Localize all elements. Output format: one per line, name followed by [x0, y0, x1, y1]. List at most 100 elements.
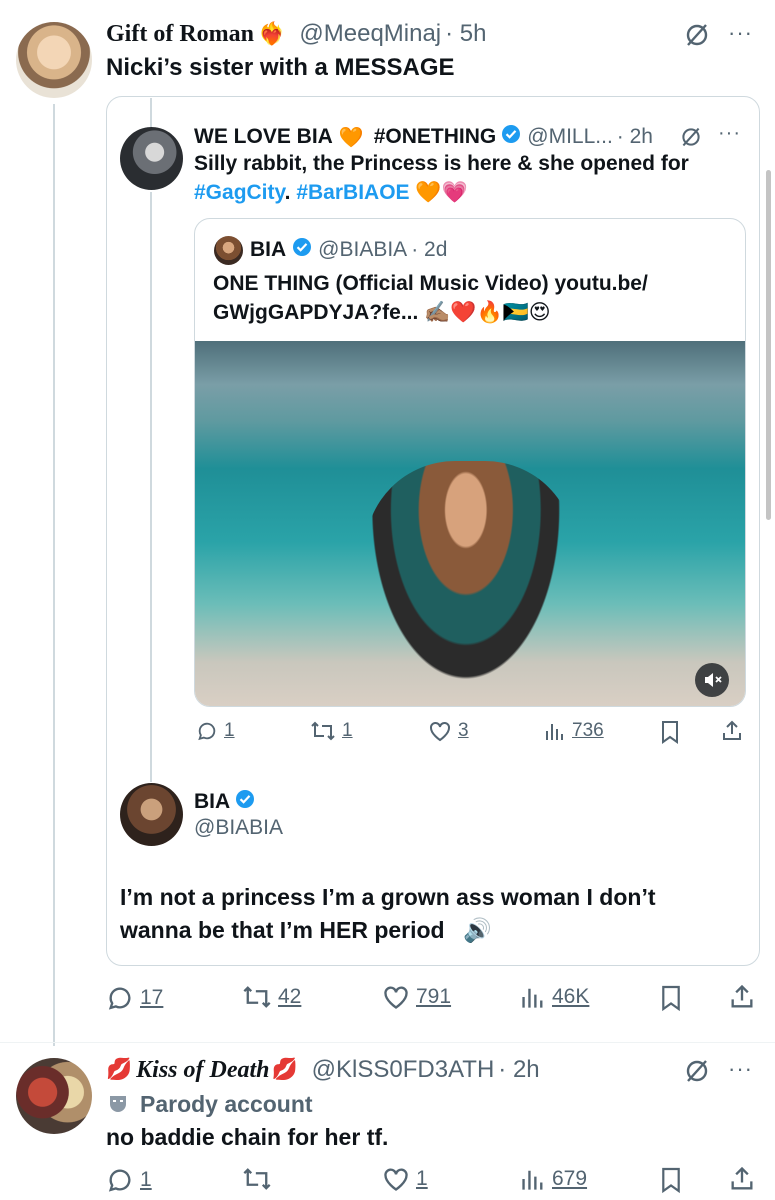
views-icon [546, 724, 563, 740]
reply-count: 1 [140, 1168, 152, 1191]
verified-icon [501, 124, 521, 150]
quote2-text-line2: GWjgGAPDYJA?fe... ✍🏽❤️🔥🇧🇸😍 [213, 300, 551, 325]
grok-icon[interactable] [684, 22, 710, 53]
quote1-text-line1: Silly rabbit, the Princess is here & she… [194, 152, 689, 175]
avatar-we-love-bia[interactable] [120, 127, 183, 190]
repost-count: 42 [278, 985, 302, 1008]
display-name[interactable]: BIA [194, 790, 230, 814]
heart-icon [384, 1168, 408, 1191]
quote-thread-line [150, 98, 152, 128]
quote2-header: BIA @BIABIA · 2d [250, 236, 447, 264]
handle[interactable]: @BIABIA [194, 816, 283, 840]
timestamp[interactable]: · 2h [617, 125, 653, 149]
more-icon[interactable]: ··· [728, 1056, 753, 1082]
repost-button[interactable] [242, 1166, 272, 1192]
avatar-gift-of-roman[interactable] [16, 22, 92, 98]
reply-count: 1 [224, 720, 235, 741]
view-count: 46K [552, 985, 590, 1008]
heart-icon [384, 986, 408, 1009]
views-icon [522, 1170, 543, 1190]
views-button[interactable]: 679 [520, 1166, 587, 1192]
bookmark-icon[interactable] [660, 720, 680, 749]
tweet-text: no baddie chain for her tf. [106, 1124, 389, 1150]
reply-button[interactable]: 17 [106, 984, 163, 1012]
video-thumbnail[interactable] [195, 341, 745, 706]
like-button[interactable]: 1 [382, 1166, 428, 1192]
handle[interactable]: @MeeqMinaj [299, 20, 441, 48]
like-count: 3 [458, 720, 469, 741]
more-icon[interactable]: ··· [728, 20, 753, 46]
display-name[interactable]: Kiss of Death [136, 1057, 269, 1084]
timestamp[interactable]: · 2h [498, 1056, 539, 1084]
like-count: 1 [416, 1167, 428, 1190]
repost-icon [311, 721, 335, 741]
share-icon[interactable] [728, 1165, 756, 1198]
handle[interactable]: @MILL... [527, 125, 613, 149]
views-icon [522, 988, 543, 1008]
embedded-text-line2-content: wanna be that I’m HER period [120, 917, 445, 943]
grok-icon[interactable] [684, 1058, 710, 1089]
mute-icon[interactable] [695, 663, 729, 697]
text-emoji: ✍🏽❤️🔥🇧🇸😍 [424, 301, 551, 324]
divider [0, 1042, 775, 1043]
share-icon[interactable] [720, 719, 744, 748]
parody-label: Parody account [106, 1090, 313, 1118]
avatar-bia[interactable] [214, 236, 243, 265]
display-name[interactable]: BIA [250, 238, 286, 262]
views-button[interactable]: 736 [544, 720, 604, 742]
bookmark-icon[interactable] [660, 1166, 682, 1199]
quote-thread-line-lower [150, 192, 152, 782]
quote2-text-line1: ONE THING (Official Music Video) youtu.b… [213, 272, 648, 295]
speaker-emoji: 🔊 [463, 917, 492, 943]
repost-button[interactable]: 1 [310, 720, 353, 742]
repost-icon [243, 986, 271, 1008]
repost-icon [243, 1168, 271, 1190]
verified-icon [235, 789, 255, 815]
quote1-header: WE LOVE BIA 🧡 #ONETHING @MILL... · 2h [194, 122, 653, 152]
more-icon[interactable]: ··· [718, 122, 741, 145]
handle[interactable]: @KlSS0FD3ATH [312, 1056, 495, 1084]
avatar-bia-large[interactable] [120, 783, 183, 846]
like-count: 791 [416, 985, 452, 1008]
hashtag-link[interactable]: #GagCity [194, 181, 285, 204]
like-button[interactable]: 791 [382, 984, 451, 1010]
reply-icon [108, 987, 131, 1010]
embedded-text-line2: wanna be that I’m HER period 🔊 [120, 917, 492, 944]
grok-icon[interactable] [680, 126, 702, 153]
quote1-text-line2: #GagCity. #BarBIAOE 🧡💗 [194, 181, 468, 205]
share-icon[interactable] [728, 983, 756, 1016]
display-name-2[interactable]: #ONETHING [374, 125, 497, 149]
embedded-header: BIA [194, 788, 255, 816]
reply-count: 17 [140, 986, 164, 1009]
display-name[interactable]: WE LOVE BIA [194, 125, 333, 149]
tweet2-header: 💋 Kiss of Death 💋 @KlSS0FD3ATH · 2h [106, 1054, 540, 1086]
reply-button[interactable]: 1 [196, 720, 235, 742]
scrollbar[interactable] [766, 170, 771, 520]
hashtag-link[interactable]: #BarBIAOE [296, 181, 409, 204]
thread-line [53, 104, 55, 1046]
name-emoji-trailing: 💋 [271, 1058, 298, 1081]
reply-icon [198, 722, 216, 741]
display-name[interactable]: Gift of Roman [106, 21, 254, 48]
reply-icon [108, 1169, 131, 1192]
timestamp[interactable]: · 5h [445, 20, 486, 48]
mask-icon [110, 1096, 126, 1112]
tweet-text: Nicki’s sister with a MESSAGE [106, 54, 455, 81]
url-text[interactable]: GWjgGAPDYJA?fe... [213, 301, 418, 324]
tag-emoji: 🧡💗 [415, 181, 468, 204]
name-emoji: 🧡 [338, 126, 364, 149]
embedded-text-line1: I’m not a princess I’m a grown ass woman… [120, 884, 656, 910]
verified-icon [292, 237, 312, 263]
handle[interactable]: @BIABIA [318, 238, 407, 262]
heart-icon [430, 721, 450, 742]
avatar-kiss-of-death[interactable] [16, 1058, 92, 1134]
bookmark-icon[interactable] [660, 984, 682, 1017]
text-dot: . [284, 181, 291, 204]
reply-button[interactable]: 1 [106, 1166, 152, 1194]
like-button[interactable]: 3 [428, 720, 469, 742]
repost-count: 1 [342, 720, 353, 741]
views-button[interactable]: 46K [520, 984, 589, 1010]
view-count: 736 [572, 720, 604, 741]
repost-button[interactable]: 42 [242, 984, 301, 1010]
timestamp[interactable]: · 2d [411, 238, 447, 262]
